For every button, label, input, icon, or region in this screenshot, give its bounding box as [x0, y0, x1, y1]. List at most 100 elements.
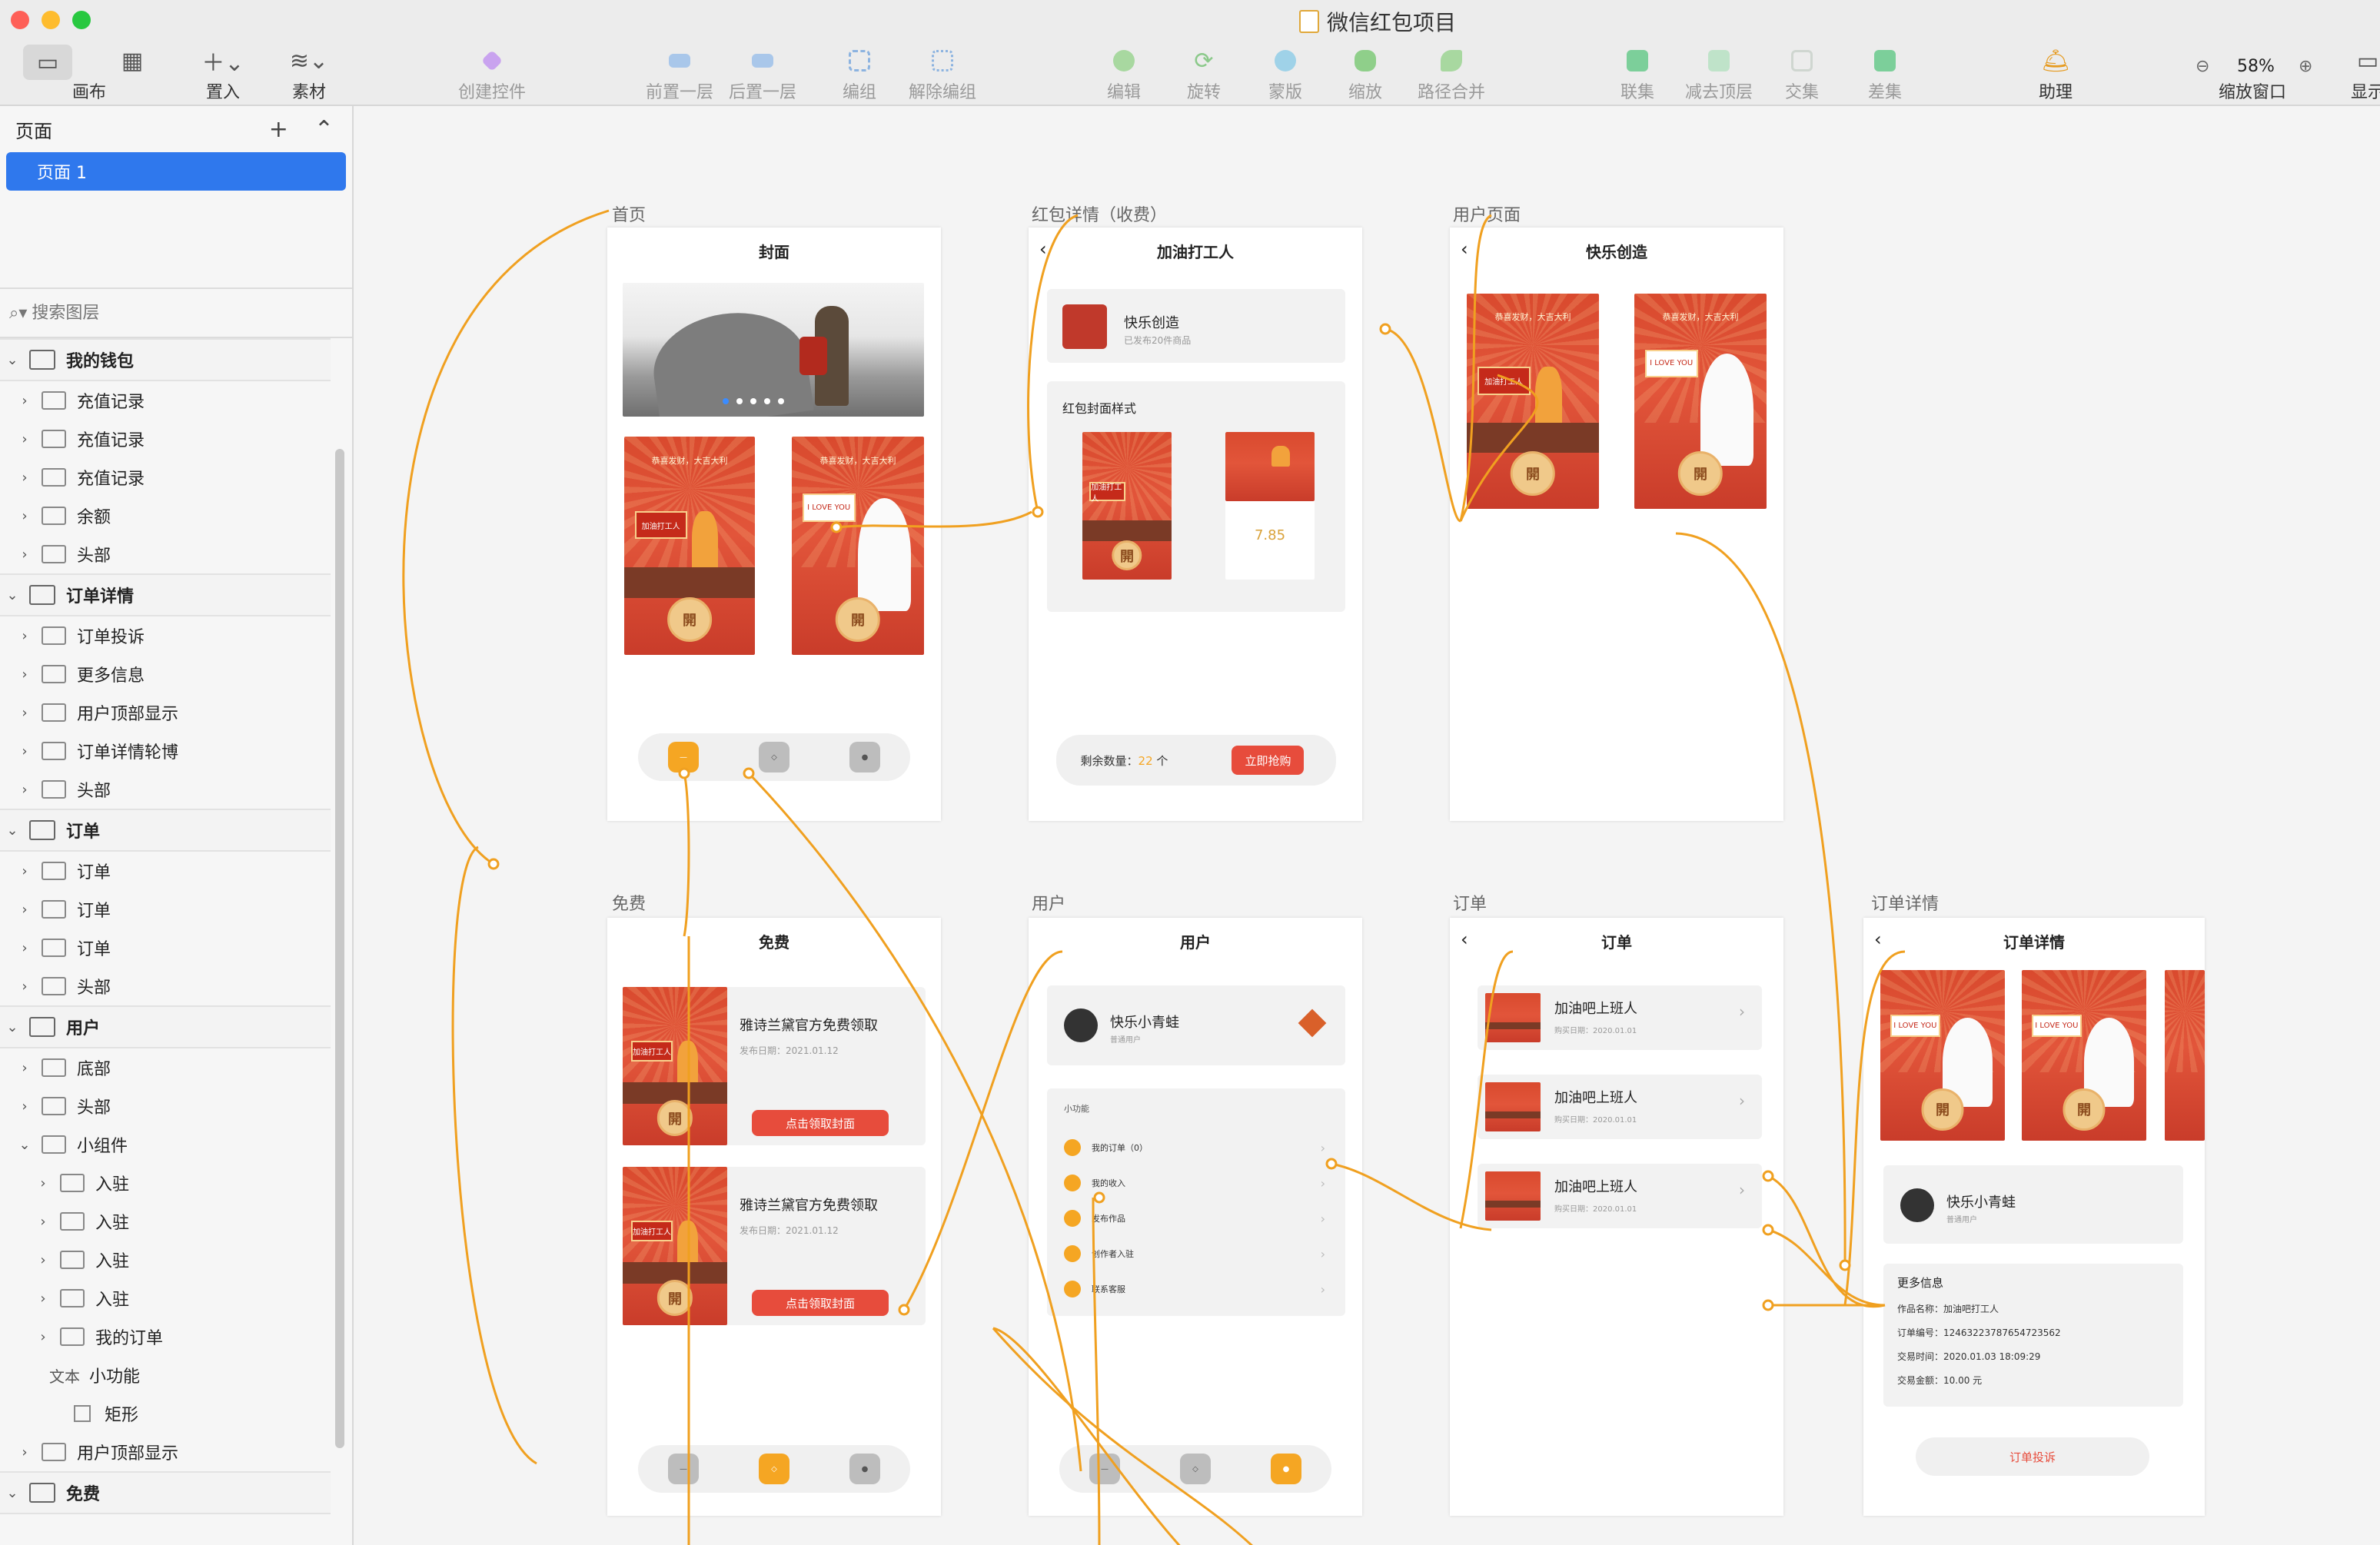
layer-item[interactable]: › 头部	[0, 967, 331, 1005]
grid-view-button[interactable]: ▦	[109, 43, 155, 78]
edit-button[interactable]: 编辑	[1078, 43, 1170, 103]
detail-carousel-3[interactable]	[2165, 970, 2205, 1141]
free-item-2[interactable]: 加油打工人開 雅诗兰黛官方免费领取 发布日期：2021.01.12 点击领取封面	[623, 1167, 926, 1325]
collapse-pages-icon[interactable]: ⌃	[314, 116, 334, 143]
chevron-down-icon[interactable]: ⌄	[5, 1019, 20, 1035]
insert-button[interactable]: ＋⌄ 置入	[177, 43, 269, 103]
chevron-right-icon[interactable]: ›	[35, 1252, 51, 1268]
order-user-card[interactable]: 快乐小青蛙 普通用户	[1883, 1165, 2183, 1244]
zoom-level[interactable]: 58%	[2237, 57, 2275, 76]
layer-item[interactable]: › 订单详情轮博	[0, 732, 331, 770]
artboard-free[interactable]: 免费 加油打工人開 雅诗兰黛官方免费领取 发布日期：2021.01.12 点击领…	[607, 918, 941, 1516]
layer-item[interactable]: › 充值记录	[0, 420, 331, 458]
creator-card[interactable]: 快乐创造 已发布20件商品	[1047, 289, 1345, 363]
user-profile-card[interactable]: 快乐小青蛙 普通用户	[1047, 985, 1345, 1065]
layer-item[interactable]: › 入驻	[0, 1241, 331, 1279]
add-page-icon[interactable]: +	[269, 116, 288, 143]
layer-item[interactable]: 矩形	[0, 1394, 331, 1433]
flatten-button[interactable]: 路径合并	[1405, 43, 1497, 103]
layer-item[interactable]: › 用户顶部显示	[0, 693, 331, 732]
chevron-right-icon[interactable]: ›	[17, 863, 32, 879]
tab-home-icon[interactable]: —	[1089, 1454, 1120, 1484]
artboard-user[interactable]: 用户 快乐小青蛙 普通用户 小功能 我的订单（0） › 我的收入 › 发布作品 › 创作者入…	[1029, 918, 1362, 1516]
chevron-down-icon[interactable]: ⌄	[5, 352, 20, 368]
layer-item[interactable]: › 头部	[0, 1087, 331, 1125]
chevron-right-icon[interactable]: ›	[17, 902, 32, 918]
layer-item[interactable]: › 订单	[0, 852, 331, 890]
function-item[interactable]: 联系客服 ›	[1064, 1271, 1333, 1307]
chevron-right-icon[interactable]: ›	[17, 1444, 32, 1460]
tab-free-icon[interactable]: ◇	[759, 742, 789, 772]
function-item[interactable]: 创作者入驻 ›	[1064, 1236, 1333, 1271]
layer-item[interactable]: › 订单	[0, 929, 331, 967]
layer-search[interactable]: ⌕▾	[0, 287, 352, 338]
artboard-userpage[interactable]: ‹ 快乐创造 恭喜发财，大吉大利 加油打工人開 恭喜发财，大吉大利 I LOVE Y…	[1450, 228, 1783, 821]
cover-worker[interactable]: 恭喜发财，大吉大利 加油打工人開	[624, 437, 755, 655]
layer-item[interactable]: › 头部	[0, 770, 331, 809]
intersect-button[interactable]: 交集	[1756, 43, 1848, 103]
tab-user-icon[interactable]: ●	[849, 1454, 880, 1484]
tab-home-icon[interactable]: —	[668, 742, 699, 772]
artboard-orders[interactable]: ‹ 订单 加油吧上班人 购买日期：2020.01.01 › 加油吧上班人 购买日期：20…	[1450, 918, 1783, 1516]
group-button[interactable]: 编组	[813, 43, 906, 103]
layer-item[interactable]: › 入驻	[0, 1202, 331, 1241]
style-cover-front[interactable]: 加油打工人開	[1082, 432, 1172, 580]
userpage-cover-worker[interactable]: 恭喜发财，大吉大利 加油打工人開	[1467, 294, 1599, 509]
layer-item[interactable]: › 入驻	[0, 1164, 331, 1202]
layer-item[interactable]: ⌄ 免费	[0, 1471, 331, 1514]
chevron-right-icon[interactable]: ›	[35, 1329, 51, 1345]
layer-item[interactable]: › 用户顶部显示	[0, 1433, 331, 1471]
artboard-label-home[interactable]: 首页	[612, 201, 646, 226]
union-button[interactable]: 联集	[1591, 43, 1684, 103]
chevron-right-icon[interactable]: ›	[35, 1291, 51, 1307]
layer-item[interactable]: ⌄ 小组件	[0, 1125, 331, 1164]
function-item[interactable]: 我的订单（0） ›	[1064, 1130, 1333, 1165]
layer-item[interactable]: ⌄ 订单	[0, 809, 331, 852]
subtract-button[interactable]: 减去顶层	[1673, 43, 1765, 103]
artboard-order-detail[interactable]: ‹ 订单详情 I LOVE YOU 開 I LOVE YOU 開 快乐小青蛙 普通用…	[1863, 918, 2205, 1516]
function-item[interactable]: 我的收入 ›	[1064, 1165, 1333, 1201]
chevron-right-icon[interactable]: ›	[17, 782, 32, 798]
chevron-right-icon[interactable]: ›	[17, 431, 32, 447]
mask-button[interactable]: 蒙版	[1239, 43, 1331, 103]
chevron-right-icon[interactable]: ›	[35, 1175, 51, 1191]
claim-cover-button[interactable]: 点击领取封面	[752, 1110, 889, 1136]
maximize-window-button[interactable]	[72, 11, 91, 29]
userpage-cover-love[interactable]: 恭喜发财，大吉大利 I LOVE YOU 開	[1634, 294, 1767, 509]
create-symbol-button[interactable]: 创建控件	[446, 43, 538, 103]
artboard-label-userpage[interactable]: 用户页面	[1453, 201, 1521, 226]
canvas[interactable]: 首页 红包详情（收费） 用户页面 免费 用户 订单 订单详情 封面 恭喜发财，大…	[355, 106, 2380, 1545]
chevron-right-icon[interactable]: ›	[17, 393, 32, 409]
layer-scrollbar[interactable]	[335, 449, 344, 1448]
tab-free-icon[interactable]: ◇	[759, 1454, 789, 1484]
layer-item[interactable]: › 更多信息	[0, 655, 331, 693]
chevron-right-icon[interactable]: ›	[17, 666, 32, 683]
chevron-down-icon[interactable]: ⌄	[5, 822, 20, 839]
ungroup-button[interactable]: 解除编组	[896, 43, 989, 103]
layer-item[interactable]: › 订单投诉	[0, 616, 331, 655]
chevron-down-icon[interactable]: ⌄	[5, 587, 20, 603]
minimize-window-button[interactable]	[42, 11, 60, 29]
close-window-button[interactable]	[11, 11, 29, 29]
search-input[interactable]	[32, 303, 309, 323]
link-hotspot[interactable]	[1839, 1259, 1851, 1271]
artboard-label-order-detail[interactable]: 订单详情	[1871, 890, 1939, 915]
tab-home-icon[interactable]: —	[668, 1454, 699, 1484]
layer-item[interactable]: › 充值记录	[0, 458, 331, 497]
display-button[interactable]: ▭ 显示	[2345, 43, 2380, 103]
tab-user-icon[interactable]: ●	[1271, 1454, 1301, 1484]
layer-item[interactable]: › 底部	[0, 1048, 331, 1087]
layer-item[interactable]: › 头部	[0, 535, 331, 573]
carousel-dots[interactable]	[723, 398, 784, 404]
order-item[interactable]: 加油吧上班人 购买日期：2020.01.01 ›	[1478, 1075, 1762, 1139]
layer-item[interactable]: ⌄ 我的钱包	[0, 338, 331, 381]
order-item[interactable]: 加油吧上班人 购买日期：2020.01.01 ›	[1478, 1164, 1762, 1228]
layer-item[interactable]: › 充值记录	[0, 381, 331, 420]
chevron-right-icon[interactable]: ›	[17, 743, 32, 759]
artboard-home[interactable]: 封面 恭喜发财，大吉大利 加油打工人開 恭喜发财，大吉大利 I LOVE YOU 開 …	[607, 228, 941, 821]
layer-item[interactable]: › 入驻	[0, 1279, 331, 1317]
buy-button[interactable]: 立即抢购	[1232, 746, 1305, 775]
difference-button[interactable]: 差集	[1839, 43, 1931, 103]
chevron-right-icon[interactable]: ›	[17, 1098, 32, 1115]
page-item-1[interactable]: 页面 1	[6, 152, 346, 191]
